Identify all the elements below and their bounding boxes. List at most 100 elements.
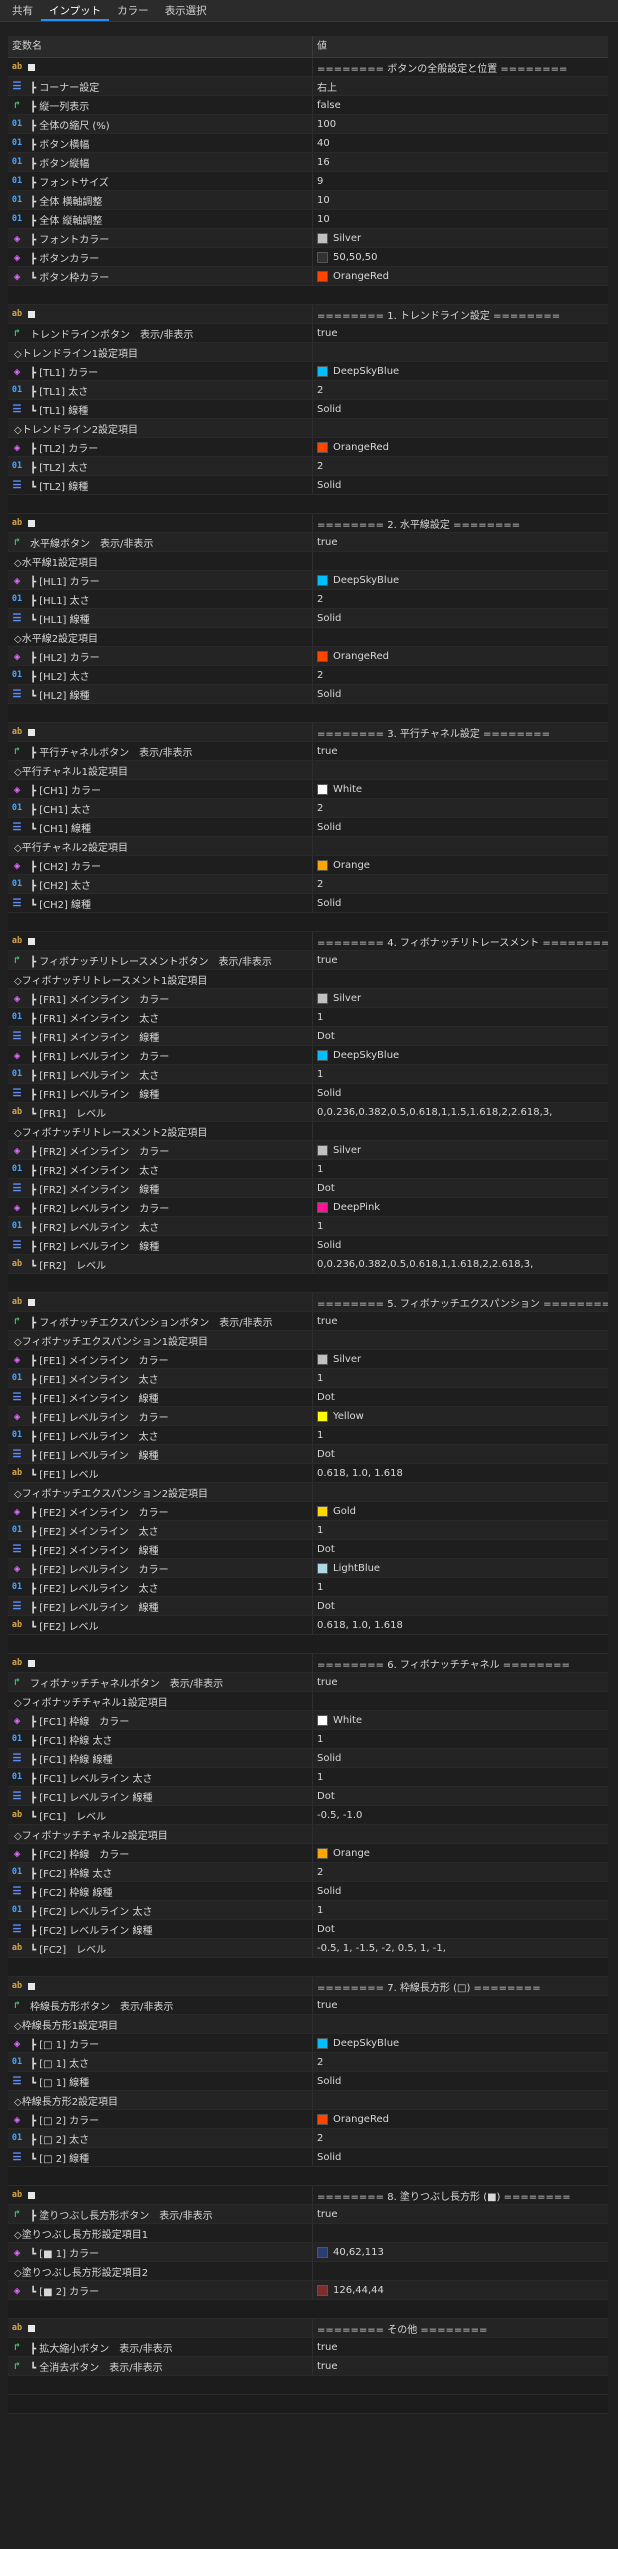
parameter-value-cell[interactable]: Solid — [313, 400, 608, 418]
parameter-row[interactable]: ◈ ┣ [TL2] カラー OrangeRed — [8, 438, 608, 457]
parameter-value-cell[interactable]: true — [313, 1996, 608, 2014]
parameter-value-cell[interactable]: 16 — [313, 153, 608, 171]
parameter-row[interactable]: 01 ┣ [FC2] レベルライン 太さ 1 — [8, 1901, 608, 1920]
parameter-row[interactable]: ↱ トレンドラインボタン 表示/非表示 true — [8, 324, 608, 343]
parameter-value-cell[interactable]: 1 — [313, 1217, 608, 1235]
parameter-row[interactable]: ☰ ┣ [FE1] メインライン 線種 Dot — [8, 1388, 608, 1407]
parameter-value-cell[interactable]: -0.5, -1.0 — [313, 1806, 608, 1824]
parameter-value-cell[interactable]: Solid — [313, 609, 608, 627]
parameter-row[interactable]: ☰ ┗ [CH1] 線種 Solid — [8, 818, 608, 837]
parameter-value-cell[interactable]: Gold — [313, 1502, 608, 1520]
parameter-row[interactable]: ↱ ┣ 拡大縮小ボタン 表示/非表示 true — [8, 2338, 608, 2357]
parameter-value-cell[interactable]: 0,0.236,0.382,0.5,0.618,1,1.5,1.618,2,2.… — [313, 1103, 608, 1121]
parameter-value-cell[interactable]: 0.618, 1.0, 1.618 — [313, 1616, 608, 1634]
parameter-row[interactable]: ↱ ┣ 塗りつぶし長方形ボタン 表示/非表示 true — [8, 2205, 608, 2224]
parameter-row[interactable]: ◈ ┗ ボタン枠カラー OrangeRed — [8, 267, 608, 286]
parameter-row[interactable]: 01 ┣ [HL1] 太さ 2 — [8, 590, 608, 609]
parameter-value-cell[interactable]: 2 — [313, 799, 608, 817]
parameter-value-cell[interactable]: ======== 5. フィボナッチエクスパンション ======== — [313, 1293, 608, 1311]
parameter-value-cell[interactable]: Dot — [313, 1597, 608, 1615]
parameter-row[interactable]: ☰ ┗ [CH2] 線種 Solid — [8, 894, 608, 913]
tab-inputs[interactable]: インプット — [41, 1, 110, 21]
parameter-value-cell[interactable]: ======== 4. フィボナッチリトレースメント ======== — [313, 932, 608, 950]
parameter-row[interactable]: ab ┗ [FC2] レベル -0.5, 1, -1.5, -2, 0.5, 1, … — [8, 1939, 608, 1958]
parameter-row[interactable]: ◈ ┣ [FR1] レベルライン カラー DeepSkyBlue — [8, 1046, 608, 1065]
parameter-row[interactable]: 01 ┣ フォントサイズ 9 — [8, 172, 608, 191]
parameter-row[interactable]: ab ======== 3. 平行チャネル設定 ======== — [8, 723, 608, 742]
parameter-row[interactable]: ☰ ┣ [FC2] レベルライン 線種 Dot — [8, 1920, 608, 1939]
parameter-row[interactable]: 01 ┣ 全体の縮尺 (%) 100 — [8, 115, 608, 134]
parameter-value-cell[interactable]: true — [313, 951, 608, 969]
tab-colors[interactable]: カラー — [109, 1, 157, 21]
parameter-value-cell[interactable]: ======== 1. トレンドライン設定 ======== — [313, 305, 608, 323]
parameter-row[interactable]: ☰ ┣ [FC1] レベルライン 線種 Dot — [8, 1787, 608, 1806]
parameter-value-cell[interactable]: 2 — [313, 590, 608, 608]
parameter-row[interactable]: ab ┗ [FC1] レベル -0.5, -1.0 — [8, 1806, 608, 1825]
parameter-value-cell[interactable]: ======== 7. 枠線長方形 (□) ======== — [313, 1977, 608, 1995]
parameter-row[interactable]: 01 ┣ [□ 2] 太さ 2 — [8, 2129, 608, 2148]
parameter-row[interactable]: ☰ ┗ [TL1] 線種 Solid — [8, 400, 608, 419]
parameter-value-cell[interactable]: ======== 2. 水平線設定 ======== — [313, 514, 608, 532]
parameter-value-cell[interactable]: 1 — [313, 1065, 608, 1083]
parameter-value-cell[interactable]: 2 — [313, 381, 608, 399]
parameter-value-cell[interactable]: ======== 3. 平行チャネル設定 ======== — [313, 723, 608, 741]
parameter-row[interactable]: ◈ ┣ [FC1] 枠線 カラー White — [8, 1711, 608, 1730]
parameter-value-cell[interactable]: Silver — [313, 1141, 608, 1159]
parameter-row[interactable]: 01 ┣ [FR1] メインライン 太さ 1 — [8, 1008, 608, 1027]
parameter-row[interactable]: ☰ ┗ [□ 1] 線種 Solid — [8, 2072, 608, 2091]
parameter-row[interactable]: ab ======== ボタンの全般設定と位置 ======== — [8, 58, 608, 77]
parameter-value-cell[interactable]: Solid — [313, 894, 608, 912]
parameter-row[interactable]: 01 ┣ [FE2] メインライン 太さ 1 — [8, 1521, 608, 1540]
parameter-row[interactable]: ab ======== 6. フィボナッチチャネル ======== — [8, 1654, 608, 1673]
parameter-value-cell[interactable]: 1 — [313, 1521, 608, 1539]
parameter-row[interactable]: ab ======== その他 ======== — [8, 2319, 608, 2338]
parameter-row[interactable]: 01 ┣ [FR1] レベルライン 太さ 1 — [8, 1065, 608, 1084]
parameter-value-cell[interactable]: Solid — [313, 1749, 608, 1767]
parameter-value-cell[interactable]: Dot — [313, 1920, 608, 1938]
parameter-value-cell[interactable]: 0,0.236,0.382,0.5,0.618,1,1.618,2,2.618,… — [313, 1255, 608, 1273]
parameter-value-cell[interactable]: Dot — [313, 1027, 608, 1045]
parameter-row[interactable]: ↱ ┣ フィボナッチエクスパンションボタン 表示/非表示 true — [8, 1312, 608, 1331]
parameter-row[interactable]: ◈ ┣ [□ 2] カラー OrangeRed — [8, 2110, 608, 2129]
parameter-value-cell[interactable]: 2 — [313, 2053, 608, 2071]
parameter-row[interactable]: 01 ┣ [HL2] 太さ 2 — [8, 666, 608, 685]
parameter-value-cell[interactable]: Solid — [313, 2148, 608, 2166]
parameter-value-cell[interactable]: true — [313, 2338, 608, 2356]
parameter-row[interactable]: 01 ┣ [CH2] 太さ 2 — [8, 875, 608, 894]
parameter-value-cell[interactable]: OrangeRed — [313, 647, 608, 665]
parameter-value-cell[interactable]: true — [313, 1312, 608, 1330]
parameter-value-cell[interactable]: 40 — [313, 134, 608, 152]
parameter-row[interactable]: 01 ┣ [TL2] 太さ 2 — [8, 457, 608, 476]
parameter-value-cell[interactable]: OrangeRed — [313, 2110, 608, 2128]
parameter-row[interactable]: ◈ ┣ [HL2] カラー OrangeRed — [8, 647, 608, 666]
parameter-value-cell[interactable]: 9 — [313, 172, 608, 190]
parameter-row[interactable]: ab ======== 4. フィボナッチリトレースメント ======== — [8, 932, 608, 951]
parameter-value-cell[interactable]: 10 — [313, 210, 608, 228]
parameter-value-cell[interactable]: true — [313, 742, 608, 760]
parameter-row[interactable]: ab ┗ [FE2] レベル 0.618, 1.0, 1.618 — [8, 1616, 608, 1635]
parameter-value-cell[interactable]: DeepPink — [313, 1198, 608, 1216]
parameter-value-cell[interactable]: 2 — [313, 666, 608, 684]
parameter-row[interactable]: ◈ ┣ [CH2] カラー Orange — [8, 856, 608, 875]
parameter-value-cell[interactable]: ======== 6. フィボナッチチャネル ======== — [313, 1654, 608, 1672]
parameter-value-cell[interactable]: 1 — [313, 1901, 608, 1919]
parameter-row[interactable]: ☰ ┣ [FE2] メインライン 線種 Dot — [8, 1540, 608, 1559]
parameter-value-cell[interactable]: Dot — [313, 1445, 608, 1463]
parameter-value-cell[interactable]: true — [313, 324, 608, 342]
parameter-value-cell[interactable]: ======== ボタンの全般設定と位置 ======== — [313, 58, 608, 76]
parameter-row[interactable]: 01 ┣ ボタン横幅 40 — [8, 134, 608, 153]
parameter-value-cell[interactable]: 1 — [313, 1730, 608, 1748]
parameter-row[interactable]: ab ======== 7. 枠線長方形 (□) ======== — [8, 1977, 608, 1996]
parameter-row[interactable]: ◈ ┗ [■ 2] カラー 126,44,44 — [8, 2281, 608, 2300]
parameter-value-cell[interactable]: 1 — [313, 1160, 608, 1178]
parameter-value-cell[interactable]: White — [313, 780, 608, 798]
parameter-value-cell[interactable]: Dot — [313, 1388, 608, 1406]
parameter-row[interactable]: ◈ ┗ [■ 1] カラー 40,62,113 — [8, 2243, 608, 2262]
parameter-value-cell[interactable]: -0.5, 1, -1.5, -2, 0.5, 1, -1, — [313, 1939, 608, 1957]
parameter-value-cell[interactable]: Dot — [313, 1179, 608, 1197]
parameter-value-cell[interactable]: 2 — [313, 875, 608, 893]
parameter-value-cell[interactable]: true — [313, 2205, 608, 2223]
parameter-value-cell[interactable]: Silver — [313, 989, 608, 1007]
parameter-row[interactable]: 01 ┣ [TL1] 太さ 2 — [8, 381, 608, 400]
parameter-value-cell[interactable]: OrangeRed — [313, 267, 608, 285]
